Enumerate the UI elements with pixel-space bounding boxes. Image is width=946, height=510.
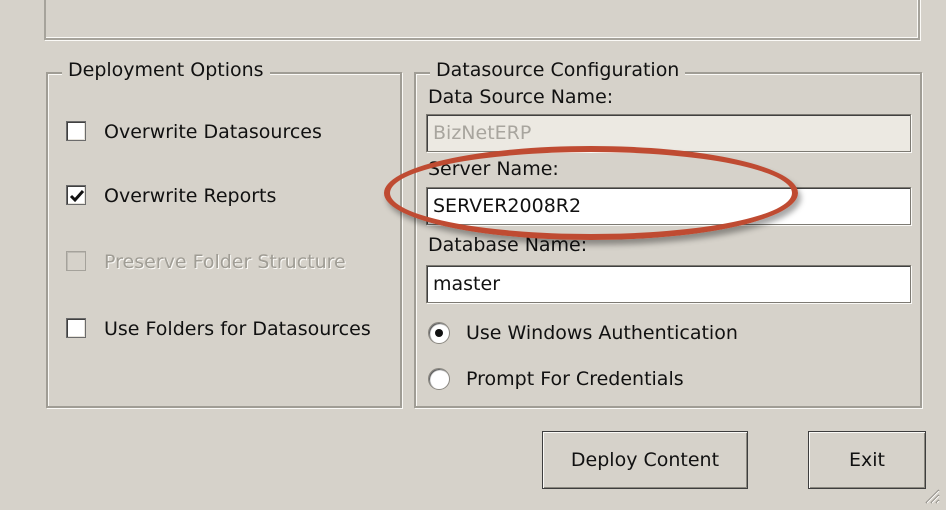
preserve-folder-structure-checkbox: Preserve Folder Structure xyxy=(66,251,386,275)
radio-button[interactable] xyxy=(428,368,450,390)
data-source-name-field: BizNetERP xyxy=(426,114,911,152)
checkbox-box xyxy=(66,251,86,271)
resize-grip-icon[interactable] xyxy=(922,486,940,504)
exit-button[interactable]: Exit xyxy=(808,431,926,489)
preserve-folder-structure-label: Preserve Folder Structure xyxy=(104,251,346,273)
data-source-name-label: Data Source Name: xyxy=(428,86,614,108)
radio-button[interactable] xyxy=(428,322,450,344)
overwrite-reports-label: Overwrite Reports xyxy=(104,185,277,207)
deploy-content-button[interactable]: Deploy Content xyxy=(542,431,748,489)
use-folders-for-datasources-checkbox[interactable]: Use Folders for Datasources xyxy=(66,318,386,342)
datasource-configuration-title: Datasource Configuration xyxy=(430,59,686,81)
use-folders-for-datasources-label: Use Folders for Datasources xyxy=(104,318,371,340)
use-windows-authentication-label: Use Windows Authentication xyxy=(466,322,738,344)
use-windows-authentication-radio[interactable]: Use Windows Authentication xyxy=(428,322,768,346)
checkbox-box[interactable] xyxy=(66,318,86,338)
database-name-field[interactable]: master xyxy=(426,265,911,303)
overwrite-datasources-checkbox[interactable]: Overwrite Datasources xyxy=(66,121,366,145)
overwrite-datasources-label: Overwrite Datasources xyxy=(104,121,322,143)
prompt-for-credentials-label: Prompt For Credentials xyxy=(466,368,684,390)
overwrite-reports-checkbox[interactable]: Overwrite Reports xyxy=(66,185,366,209)
checkbox-box[interactable] xyxy=(66,185,86,205)
checkbox-box[interactable] xyxy=(66,121,86,141)
radio-selected-dot xyxy=(435,329,443,337)
top-panel xyxy=(44,0,920,40)
prompt-for-credentials-radio[interactable]: Prompt For Credentials xyxy=(428,368,768,392)
deployment-options-title: Deployment Options xyxy=(62,59,270,81)
checkmark-icon xyxy=(69,190,85,203)
highlight-annotation-ellipse xyxy=(384,146,798,240)
